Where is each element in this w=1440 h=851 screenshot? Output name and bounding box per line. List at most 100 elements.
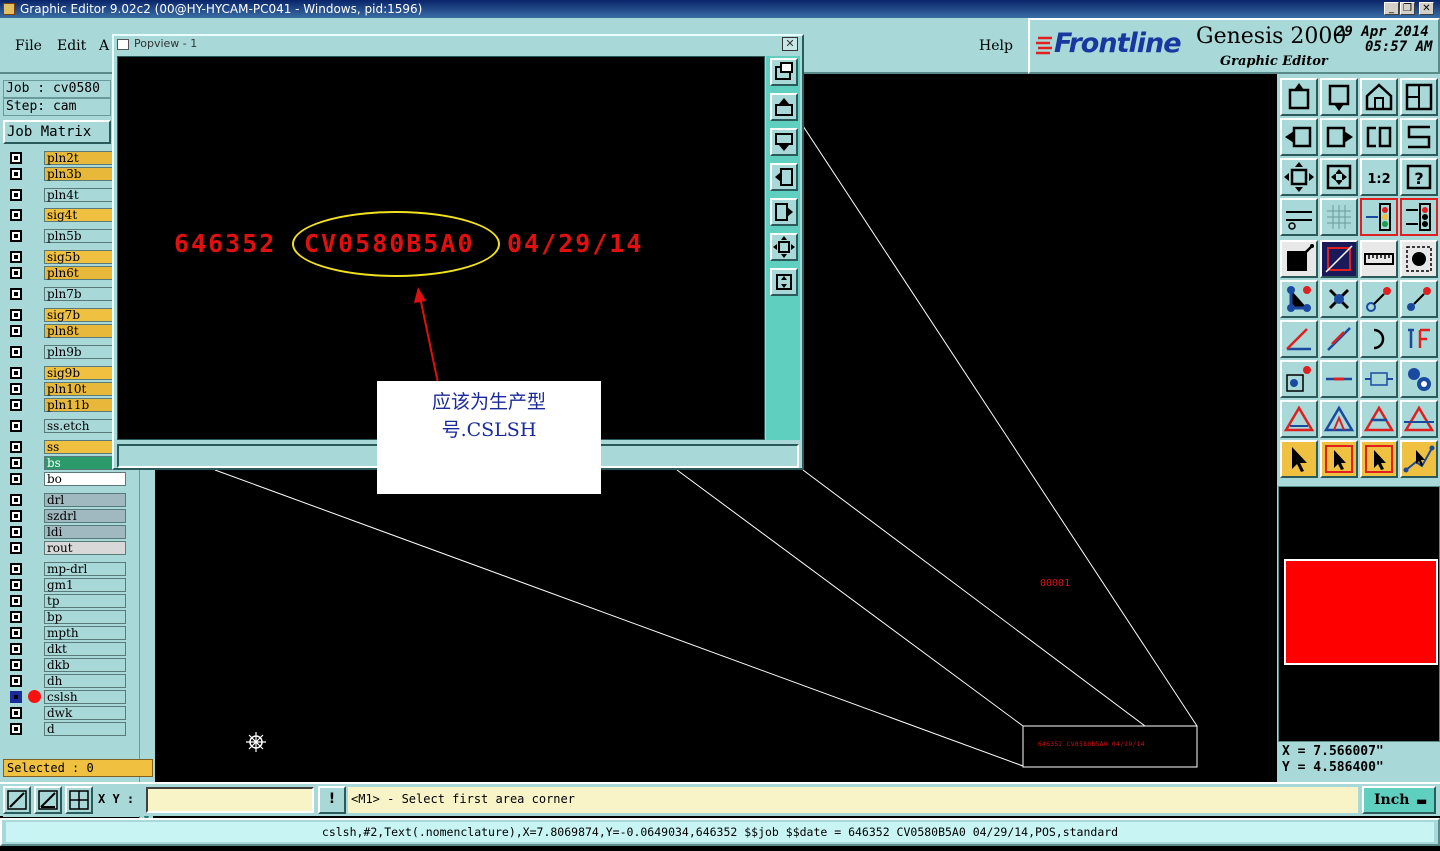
layer-row-rout[interactable]: rout: [6, 541, 126, 555]
layer-checkbox[interactable]: [10, 325, 22, 337]
help-query-icon[interactable]: ?: [1400, 158, 1438, 196]
layer-row-bo[interactable]: bo: [6, 472, 126, 486]
triangle-fill-icon[interactable]: [1360, 400, 1398, 438]
add-pad-icon[interactable]: [1280, 360, 1318, 398]
minimize-button[interactable]: _: [1384, 2, 1399, 15]
layer-checkbox[interactable]: [10, 579, 22, 591]
view-top-icon[interactable]: [1280, 78, 1318, 116]
layer-checkbox[interactable]: [10, 168, 22, 180]
layer-checkbox[interactable]: [10, 209, 22, 221]
layer-row-dwk[interactable]: dwk: [6, 706, 126, 720]
layer-row-pln4t[interactable]: pln4t: [6, 188, 126, 202]
layer-row-pln8t[interactable]: pln8t: [6, 324, 126, 338]
close-button[interactable]: ✕: [1419, 2, 1434, 15]
popview-pan-right-icon[interactable]: [770, 198, 798, 226]
layer-checkbox[interactable]: [10, 367, 22, 379]
text-feature-icon[interactable]: [1400, 320, 1438, 358]
pointer-select-icon[interactable]: [1280, 440, 1318, 478]
popview-title-bar[interactable]: Popview - 1 ✕: [114, 36, 802, 54]
layer-row-pln7b[interactable]: pln7b: [6, 287, 126, 301]
layer-checkbox[interactable]: [10, 152, 22, 164]
mirror-icon[interactable]: [1360, 118, 1398, 156]
layer-row-pln6t[interactable]: pln6t: [6, 266, 126, 280]
layer-row-pln5b[interactable]: pln5b: [6, 229, 126, 243]
layer-checkbox[interactable]: [10, 189, 22, 201]
layer-checkbox[interactable]: [10, 526, 22, 538]
grid-icon[interactable]: [1320, 198, 1358, 236]
angle-line-icon[interactable]: [1280, 320, 1318, 358]
pointer-inside-icon[interactable]: [1360, 440, 1398, 478]
menu-help[interactable]: Help: [979, 38, 1013, 54]
symbol-icon[interactable]: [1400, 360, 1438, 398]
layer-checkbox[interactable]: [10, 251, 22, 263]
scale-1-to-2-icon[interactable]: 1:2: [1360, 158, 1398, 196]
layer-checkbox[interactable]: [10, 510, 22, 522]
layer-row-drl[interactable]: drl: [6, 493, 126, 507]
layer-row-cslsh[interactable]: cslsh: [6, 690, 126, 704]
maximize-button[interactable]: ❐: [1400, 2, 1415, 15]
layer-checkbox[interactable]: [10, 691, 22, 703]
split-view-icon[interactable]: [1400, 78, 1438, 116]
snap-mode-icon[interactable]: [3, 786, 31, 814]
layer-row-ss[interactable]: ss: [6, 440, 126, 454]
line-draw-icon[interactable]: [1320, 320, 1358, 358]
layer-row-sig4t[interactable]: sig4t: [6, 208, 126, 222]
layer-checkbox[interactable]: [10, 611, 22, 623]
window-title-bar[interactable]: Graphic Editor 9.02c2 (00@HY-HYCAM-PC041…: [0, 0, 1440, 18]
view-bottom-icon[interactable]: [1320, 78, 1358, 116]
layer-row-ldi[interactable]: ldi: [6, 525, 126, 539]
menu-file[interactable]: File: [15, 38, 42, 54]
units-button[interactable]: Inch ▬: [1362, 786, 1436, 814]
pointer-box-icon[interactable]: [1320, 440, 1358, 478]
delete-feature-icon[interactable]: [1320, 280, 1358, 318]
popview-zoom-out-icon[interactable]: [770, 233, 798, 261]
connect-pads-icon[interactable]: [1280, 280, 1318, 318]
layer-checkbox[interactable]: [10, 309, 22, 321]
popview-pan-left-icon[interactable]: [770, 163, 798, 191]
layer-display-icon[interactable]: [1360, 198, 1398, 236]
copy-feature-icon[interactable]: [1400, 280, 1438, 318]
layer-checkbox[interactable]: [10, 627, 22, 639]
layer-checkbox[interactable]: [10, 230, 22, 242]
popview-close-icon[interactable]: ✕: [782, 37, 798, 51]
layer-row-dkb[interactable]: dkb: [6, 658, 126, 672]
layer-row-pln2t[interactable]: pln2t: [6, 151, 126, 165]
layer-checkbox[interactable]: [10, 399, 22, 411]
layer-row-sig7b[interactable]: sig7b: [6, 308, 126, 322]
measure-icon[interactable]: [1320, 240, 1358, 278]
add-line-icon[interactable]: [1320, 360, 1358, 398]
layer-row-pln3b[interactable]: pln3b: [6, 167, 126, 181]
select-feature-icon[interactable]: [1280, 240, 1318, 278]
layer-checkbox[interactable]: [10, 473, 22, 485]
triangle-edit-icon[interactable]: [1280, 400, 1318, 438]
layer-row-mp-drl[interactable]: mp-drl: [6, 562, 126, 576]
ruler-settings-icon[interactable]: [1280, 198, 1318, 236]
layer-checkbox[interactable]: [10, 595, 22, 607]
layer-checkbox[interactable]: [10, 494, 22, 506]
layer-row-szdrl[interactable]: szdrl: [6, 509, 126, 523]
popview-pan-down-icon[interactable]: [770, 128, 798, 156]
overview-minimap[interactable]: [1278, 486, 1440, 742]
layer-row-dkt[interactable]: dkt: [6, 642, 126, 656]
layer-control-icon[interactable]: [1400, 198, 1438, 236]
home-view-icon[interactable]: [1360, 78, 1398, 116]
layer-row-pln10t[interactable]: pln10t: [6, 382, 126, 396]
layer-row-d[interactable]: d: [6, 722, 126, 736]
layer-row-ss-etch[interactable]: ss.etch: [6, 419, 126, 433]
snake-pan-icon[interactable]: [1400, 118, 1438, 156]
layer-checkbox[interactable]: [10, 723, 22, 735]
layer-row-dh[interactable]: dh: [6, 674, 126, 688]
xy-input[interactable]: [146, 787, 314, 813]
layer-checkbox[interactable]: [10, 457, 22, 469]
layer-checkbox[interactable]: [10, 267, 22, 279]
pointer-path-icon[interactable]: [1400, 440, 1438, 478]
layer-row-bp[interactable]: bp: [6, 610, 126, 624]
pan-left-icon[interactable]: [1280, 118, 1318, 156]
layer-checkbox[interactable]: [10, 643, 22, 655]
layer-row-mpth[interactable]: mpth: [6, 626, 126, 640]
execute-button[interactable]: !: [318, 786, 346, 814]
layer-row-tp[interactable]: tp: [6, 594, 126, 608]
popview-zoom-window-icon[interactable]: [770, 58, 798, 86]
menu-actions[interactable]: A: [99, 38, 109, 54]
layer-row-sig9b[interactable]: sig9b: [6, 366, 126, 380]
